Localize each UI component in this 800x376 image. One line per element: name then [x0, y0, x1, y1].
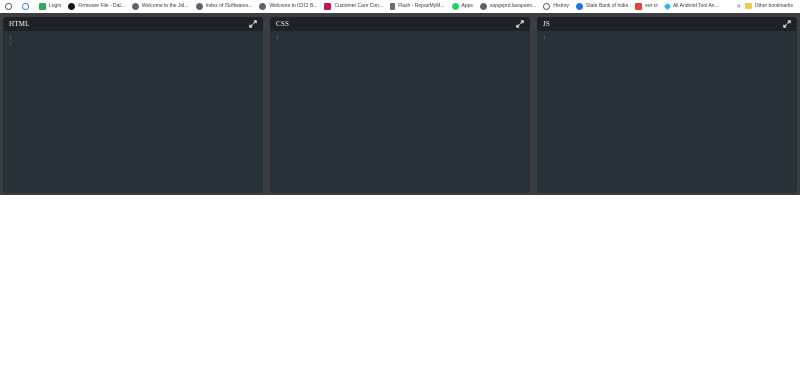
bookmark-label: State Bank of India	[585, 2, 629, 9]
expand-icon[interactable]	[516, 20, 524, 28]
css-pane[interactable]: CSS 1	[270, 17, 530, 193]
bookmark-label: Customer Care Con...	[334, 2, 384, 9]
bookmark-6[interactable]: Welcome to ICICI B...	[259, 0, 317, 12]
bookmark-9[interactable]: Apps	[451, 0, 473, 12]
pane-header: JS	[537, 17, 797, 31]
pane-header: HTML	[3, 17, 263, 31]
expand-icon[interactable]	[783, 20, 791, 28]
bookmark-label: Welcome to ICICI B...	[269, 2, 318, 9]
pane-title: JS	[543, 20, 551, 28]
bookmark-label: eer cr	[645, 2, 658, 9]
globe-icon	[195, 2, 203, 10]
bookmark-10[interactable]: sapgvprd.lavaparin...	[479, 0, 537, 12]
globe-icon	[479, 2, 487, 10]
expand-icon[interactable]	[249, 20, 257, 28]
bookmark-label: Welcome to the Jid...	[141, 2, 189, 9]
bookmark-4[interactable]: Welcome to the Jid...	[131, 0, 189, 12]
bookmarks-bar: Login Firmware File - Dat... Welcome to …	[0, 0, 800, 12]
bookmark-label: Firmware File - Dat...	[78, 2, 125, 9]
bookmarks-overflow-button[interactable]: »	[737, 3, 741, 10]
whatsapp-icon	[451, 2, 459, 10]
firmware-icon	[68, 2, 76, 10]
phone-icon	[390, 2, 396, 10]
other-bookmarks[interactable]: Other bookmarks	[744, 0, 793, 12]
bookmark-label: sapgvprd.lavaparin...	[489, 2, 537, 9]
search-icon	[5, 2, 12, 10]
bookmark-2[interactable]: Login	[39, 0, 61, 12]
bookmark-label: Apps	[461, 2, 473, 9]
bookmark-label: All Android Tool An...	[672, 2, 719, 9]
bookmark-8[interactable]: Flash - RepairMyM...	[390, 0, 445, 12]
other-bookmarks-label: Other bookmarks	[754, 2, 793, 9]
bookmark-12[interactable]: State Bank of India	[575, 0, 629, 12]
bookmark-3[interactable]: Firmware File - Dat...	[68, 0, 125, 12]
editor-workspace: HTML 1 2 CSS 1 JS 1	[0, 13, 800, 195]
line-numbers: 1	[543, 35, 547, 41]
bookmark-label: History	[553, 2, 569, 9]
globe-icon	[259, 2, 267, 10]
js-pane[interactable]: JS 1	[537, 17, 797, 193]
diamond-icon	[663, 2, 671, 10]
bookmark-google[interactable]	[22, 0, 32, 12]
html-pane[interactable]: HTML 1 2	[3, 17, 263, 193]
bookmark-5[interactable]: Index of /Softwares...	[195, 0, 253, 12]
bookmark-13[interactable]: eer cr	[635, 0, 658, 12]
bookmark-label: Index of /Softwares...	[205, 2, 253, 9]
google-icon	[22, 2, 29, 10]
bookmark-search[interactable]	[5, 0, 15, 12]
chart-icon	[39, 2, 46, 10]
folder-icon	[744, 3, 752, 9]
pane-title: HTML	[9, 20, 30, 28]
bookmark-label: Login	[49, 2, 62, 9]
bookmark-label: Flash - RepairMyM...	[398, 2, 445, 9]
gmail-icon	[635, 2, 643, 10]
line-numbers: 1	[276, 35, 280, 41]
pane-title: CSS	[276, 20, 290, 28]
bookmark-14[interactable]: All Android Tool An...	[663, 0, 719, 12]
pane-header: CSS	[270, 17, 530, 31]
sbi-icon	[575, 2, 583, 10]
line-numbers: 1 2	[9, 35, 13, 47]
history-icon	[543, 2, 551, 10]
bookmark-7[interactable]: Customer Care Con...	[324, 0, 383, 12]
globe-icon	[131, 2, 139, 10]
customer-care-icon	[324, 2, 332, 10]
bookmark-11[interactable]: History	[543, 0, 569, 12]
